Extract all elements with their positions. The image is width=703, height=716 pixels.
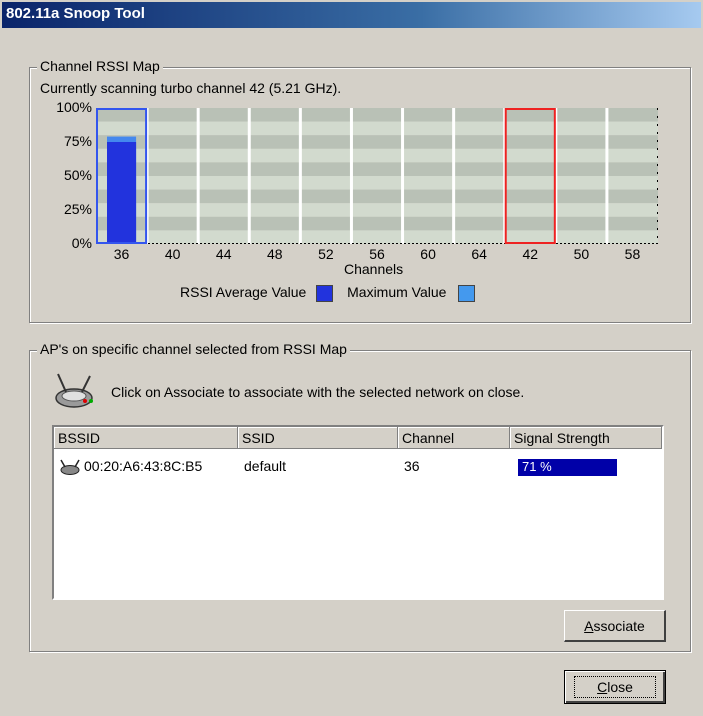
x-tick-label-50: 50 [573, 246, 590, 262]
column-header-ssid[interactable]: SSID [238, 427, 398, 449]
x-tick-label-58: 58 [624, 246, 641, 262]
legend-avg-label: RSSI Average Value [180, 284, 307, 300]
chart-band [96, 203, 658, 217]
channel-separator [349, 108, 353, 244]
y-tick-label: 25% [63, 201, 92, 217]
channel-separator [605, 108, 609, 244]
bar-avg-36 [107, 142, 137, 244]
chart-band [96, 148, 658, 163]
row-bssid: 00:20:A6:43:8C:B5 [84, 458, 203, 474]
channel-separator [452, 108, 456, 244]
x-tick-label-44: 44 [215, 246, 232, 262]
table-row[interactable]: 00:20:A6:43:8C:B5 default 36 71 % [54, 457, 662, 477]
x-tick-label-40: 40 [164, 246, 181, 262]
chart-band [96, 121, 658, 136]
legend-max-swatch [458, 284, 476, 302]
row-ssid: default [244, 458, 287, 474]
chart-band [96, 176, 658, 190]
y-tick-label: 75% [63, 133, 92, 149]
rssi-chart[interactable] [96, 108, 658, 244]
y-tick-label: 100% [56, 99, 92, 115]
x-tick-label-42: 42 [522, 246, 539, 262]
x-tick-label-52: 52 [318, 246, 334, 262]
associate-instruction: Click on Associate to associate with the… [111, 384, 525, 400]
chart-band [96, 216, 658, 231]
rssi-map-group-title: Channel RSSI Map [37, 58, 163, 74]
channel-separator [401, 108, 405, 244]
window-title: 802.11a Snoop Tool [6, 5, 145, 22]
chart-band [96, 162, 658, 176]
access-point-icon [60, 459, 80, 475]
y-tick-label: 0% [71, 235, 92, 251]
x-tick-label-48: 48 [267, 246, 283, 262]
chart-band [96, 108, 658, 122]
legend-max-label: Maximum Value [347, 284, 447, 300]
signal-strength-bar: 71 % [518, 459, 617, 476]
ap-group-title: AP's on specific channel selected from R… [37, 341, 350, 357]
row-channel: 36 [404, 458, 420, 474]
chart-band [96, 189, 658, 204]
satellite-dish-icon [55, 373, 93, 408]
chart-band [96, 135, 658, 149]
snoop-tool-window: 802.11a Snoop Tool Channel RSSI Map Curr… [0, 0, 703, 716]
x-tick-label-60: 60 [420, 246, 436, 262]
x-axis-label: Channels [344, 261, 404, 277]
chart-legend: RSSI Average Value Maximum Value [180, 284, 476, 302]
title-bar[interactable]: 802.11a Snoop Tool [2, 2, 701, 28]
column-header-bssid[interactable]: BSSID [54, 427, 238, 449]
associate-button[interactable]: Associate [564, 610, 666, 642]
channel-separator [247, 108, 251, 244]
x-tick-label-36: 36 [113, 246, 130, 262]
channel-separator [196, 108, 200, 244]
x-tick-label-64: 64 [471, 246, 487, 262]
close-button[interactable]: Close [564, 670, 666, 704]
scan-status-text: Currently scanning turbo channel 42 (5.2… [40, 80, 342, 96]
column-header-channel[interactable]: Channel [398, 427, 510, 449]
chart-band [96, 230, 658, 244]
x-tick-label-56: 56 [369, 246, 385, 262]
ap-list[interactable]: BSSID SSID Channel Signal Strength 00:20… [52, 425, 664, 600]
y-tick-label: 50% [63, 167, 92, 183]
channel-separator [298, 108, 302, 244]
legend-avg-swatch [316, 284, 334, 302]
column-header-signal[interactable]: Signal Strength [510, 427, 662, 449]
